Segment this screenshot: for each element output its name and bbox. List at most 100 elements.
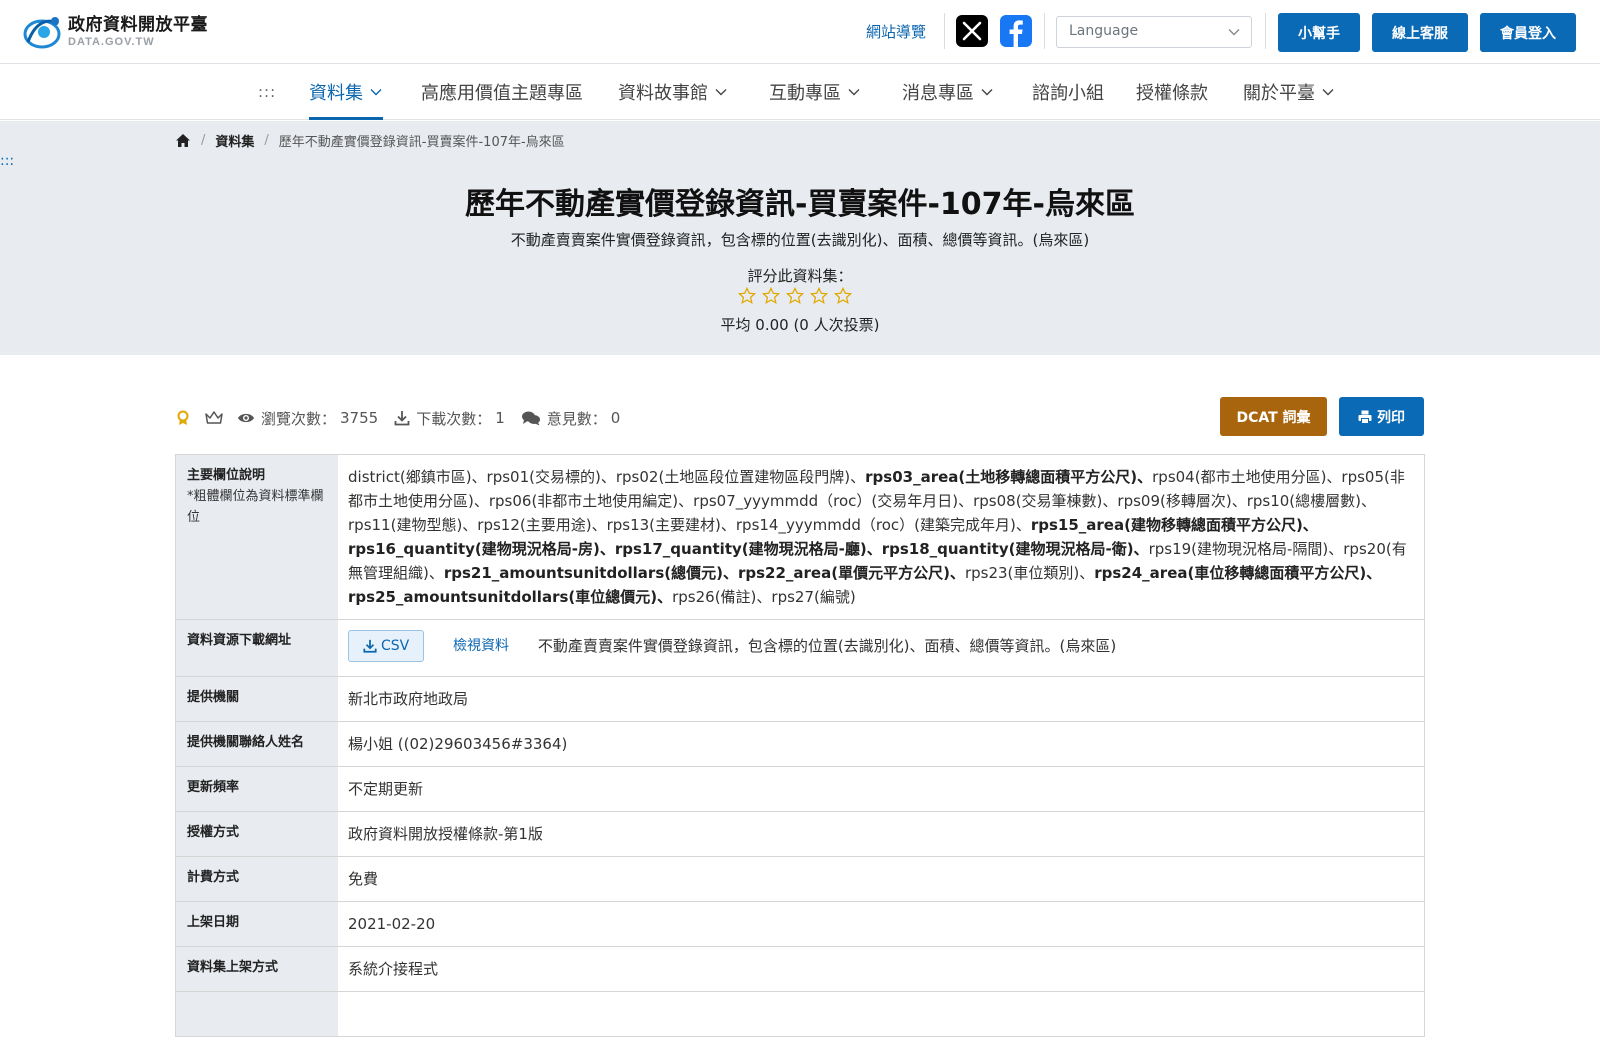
- chevron-down-icon: [981, 89, 993, 96]
- language-select-placeholder: Language: [1069, 23, 1139, 39]
- fields-description: district(鄉鎮市區)、rps01(交易標的)、rps02(土地區段位置建…: [338, 455, 1424, 619]
- nav-item-high-value[interactable]: 高應用價值主題專區: [421, 64, 583, 120]
- table-row: 計費方式 免費: [176, 857, 1424, 902]
- downloads-label: 下載次數：: [416, 409, 492, 428]
- logo-title: 政府資料開放平臺: [68, 15, 208, 35]
- print-button[interactable]: 列印: [1339, 397, 1424, 436]
- table-row: 上架日期 2021-02-20: [176, 902, 1424, 947]
- csv-label: CSV: [381, 638, 410, 654]
- row-header: 授權方式: [176, 812, 338, 856]
- row-header: 更新頻率: [176, 767, 338, 811]
- sitemap-link[interactable]: 網站導覽: [866, 21, 926, 42]
- divider: [944, 13, 945, 49]
- row-header: 資料集上架方式: [176, 947, 338, 991]
- table-row: 主要欄位說明 *粗體欄位為資料標準欄位 district(鄉鎮市區)、rps01…: [176, 455, 1424, 620]
- comments-icon: [521, 411, 540, 426]
- field-text: district(鄉鎮市區)、rps01(交易標的)、rps02(土地區段位置建…: [348, 468, 866, 486]
- dataset-info-table: 主要欄位說明 *粗體欄位為資料標準欄位 district(鄉鎮市區)、rps01…: [175, 454, 1425, 1037]
- chevron-down-icon: [848, 89, 860, 96]
- language-select[interactable]: Language: [1056, 16, 1252, 48]
- download-icon: [363, 639, 377, 653]
- nav-item-label: 資料故事館: [618, 83, 708, 104]
- dataset-description: 不動產賣賣案件實價登錄資訊，包含標的位置(去識別化)、面積、總價等資訊。(烏來區…: [510, 231, 1090, 249]
- crown-icon: [205, 411, 223, 424]
- star-outline-icon[interactable]: [786, 287, 804, 305]
- nav-item-advisory[interactable]: 諮詢小組: [1032, 64, 1104, 120]
- helper-button[interactable]: 小幫手: [1278, 13, 1360, 52]
- star-outline-icon[interactable]: [738, 287, 756, 305]
- nav-item-about[interactable]: 關於平臺: [1243, 64, 1335, 120]
- table-row: 資料資源下載網址 CSV 檢視資料 不動產賣賣案件實價登錄資訊，包含標的位置(去…: [176, 620, 1424, 677]
- site-logo[interactable]: 政府資料開放平臺 DATA.GOV.TW: [22, 12, 208, 52]
- resource-description: 不動產賣賣案件實價登錄資訊，包含標的位置(去識別化)、面積、總價等資訊。(烏來區…: [537, 637, 1117, 655]
- breadcrumb-separator: /: [201, 133, 206, 148]
- online-support-button[interactable]: 線上客服: [1372, 13, 1468, 52]
- view-count: 瀏覽次數： 3755: [237, 408, 378, 429]
- page-title: 歷年不動產實價登錄資訊-買賣案件-107年-烏來區: [465, 187, 1135, 222]
- downloads-value: 1: [495, 409, 505, 427]
- row-header: 提供機關: [176, 677, 338, 721]
- fields-note: *粗體欄位為資料標準欄位: [187, 489, 324, 525]
- csv-download-button[interactable]: CSV: [348, 630, 425, 662]
- chevron-down-icon: [715, 89, 727, 96]
- nav-item-license[interactable]: 授權條款: [1136, 64, 1208, 120]
- member-login-button[interactable]: 會員登入: [1480, 13, 1576, 52]
- nav-item-datasets[interactable]: 資料集: [309, 64, 383, 120]
- fields-header: 主要欄位說明: [187, 468, 266, 483]
- star-outline-icon[interactable]: [810, 287, 828, 305]
- row-header: 提供機關聯絡人姓名: [176, 722, 338, 766]
- logo-icon: [22, 12, 64, 52]
- table-row: 更新頻率 不定期更新: [176, 767, 1424, 812]
- star-outline-icon[interactable]: [762, 287, 780, 305]
- standard-field-text: rps21_amountsunitdollars(總價元)、rps22_area…: [443, 564, 965, 582]
- row-header: 資料資源下載網址: [176, 620, 338, 676]
- comments-value: 0: [610, 409, 621, 427]
- printer-icon: [1358, 410, 1372, 424]
- frequency-value: 不定期更新: [348, 780, 424, 798]
- download-icon: [394, 411, 410, 426]
- download-count: 下載次數： 1: [394, 408, 505, 429]
- star-outline-icon[interactable]: [834, 287, 852, 305]
- accesskey-anchor[interactable]: :::: [258, 83, 276, 101]
- table-row: 資料集上架方式 系統介接程式: [176, 947, 1424, 992]
- nav-item-label: 互動專區: [769, 83, 841, 104]
- accesskey-anchor[interactable]: :::: [0, 153, 14, 169]
- home-icon[interactable]: [175, 133, 191, 148]
- x-twitter-icon[interactable]: [956, 15, 988, 47]
- provider-link[interactable]: 新北市政府地政局: [338, 677, 1424, 721]
- view-data-link[interactable]: 檢視資料: [453, 638, 509, 654]
- breadcrumb-separator: /: [264, 133, 269, 148]
- nav-item-interactive[interactable]: 互動專區: [769, 64, 861, 120]
- standard-field-text: rps03_area(土地移轉總面積平方公尺)、: [865, 468, 1153, 486]
- breadcrumb: / 資料集 / 歷年不動產實價登錄資訊-買賣案件-107年-烏來區: [175, 131, 565, 150]
- dcat-button[interactable]: DCAT 詞彙: [1220, 397, 1327, 436]
- main-navigation: ::: 資料集 高應用價值主題專區 資料故事館 互動專區 消息專區 諮詢小組 授…: [0, 64, 1600, 120]
- nav-item-news[interactable]: 消息專區: [902, 64, 994, 120]
- comments-label: 意見數：: [546, 409, 607, 428]
- table-row: 授權方式 政府資料開放授權條款-第1版: [176, 812, 1424, 857]
- award-badge-icon: [177, 410, 189, 425]
- nav-item-label: 消息專區: [902, 83, 974, 104]
- dataset-hero: / 資料集 / 歷年不動產實價登錄資訊-買賣案件-107年-烏來區 ::: 歷年…: [0, 121, 1600, 355]
- rating-average: 平均 0.00 (0 人次投票): [720, 316, 880, 334]
- logo-subtitle: DATA.GOV.TW: [68, 36, 155, 48]
- chevron-down-icon: [1228, 29, 1240, 36]
- eye-icon: [238, 413, 254, 423]
- nav-item-label: 關於平臺: [1243, 83, 1315, 104]
- nav-item-label: 高應用價值主題專區: [421, 83, 583, 104]
- divider: [1265, 13, 1266, 49]
- views-label: 瀏覽次數：: [261, 409, 337, 428]
- breadcrumb-datasets[interactable]: 資料集: [215, 131, 254, 150]
- contact-value: 楊小姐 ((02)29603456#3364): [348, 735, 568, 753]
- print-button-label: 列印: [1377, 409, 1405, 426]
- table-row: 提供機關 新北市政府地政局: [176, 677, 1424, 722]
- license-value: 政府資料開放授權條款-第1版: [348, 825, 543, 843]
- rating-stars: [738, 287, 852, 305]
- row-header: [176, 992, 338, 1036]
- site-header: 政府資料開放平臺 DATA.GOV.TW 網站導覽 Language 小幫手 線…: [0, 0, 1600, 64]
- nav-item-label: 諮詢小組: [1032, 83, 1104, 104]
- facebook-icon[interactable]: [1000, 15, 1032, 47]
- nav-item-stories[interactable]: 資料故事館: [618, 64, 728, 120]
- chevron-down-icon: [1322, 89, 1334, 96]
- publish-method-value: 系統介接程式: [348, 960, 439, 978]
